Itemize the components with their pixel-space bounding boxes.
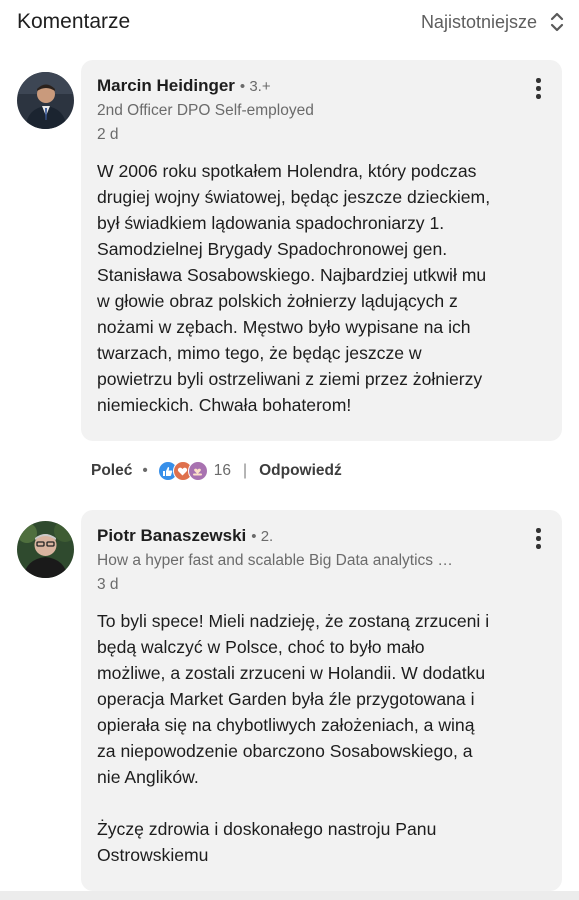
sort-chevrons-icon[interactable]: [549, 11, 565, 33]
avatar[interactable]: [17, 521, 74, 578]
reaction-count[interactable]: 16: [214, 462, 231, 480]
author-headline: How a hyper fast and scalable Big Data a…: [97, 552, 453, 569]
sort-dropdown[interactable]: Najistotniejsze: [421, 11, 565, 33]
comment-bubble: Marcin Heidinger • 3.+ 2nd Officer DPO S…: [81, 60, 562, 441]
comments-header: Komentarze Najistotniejsze: [0, 0, 579, 48]
bottom-divider: [0, 891, 579, 900]
comment-text: W 2006 roku spotkałem Holendra, który po…: [97, 161, 491, 415]
author-name[interactable]: Marcin Heidinger: [97, 76, 235, 96]
more-options-icon[interactable]: [536, 528, 542, 550]
connection-degree: • 3.+: [239, 78, 271, 95]
avatar-photo: [17, 72, 74, 129]
reactions-summary[interactable]: [157, 461, 208, 481]
connection-degree: • 2.: [251, 528, 274, 545]
comments-title: Komentarze: [17, 10, 131, 33]
comment-bubble: Piotr Banaszewski • 2. How a hyper fast …: [81, 510, 562, 891]
like-button[interactable]: Poleć: [91, 462, 132, 480]
comment-time: 3 d: [97, 576, 119, 593]
sort-label[interactable]: Najistotniejsze: [421, 12, 537, 33]
separator-dot: •: [142, 462, 148, 479]
more-options-icon[interactable]: [536, 78, 542, 100]
support-reaction-icon: [187, 461, 208, 481]
separator-pipe: |: [243, 462, 248, 479]
avatar-photo: [17, 521, 74, 578]
comment-actions: Poleć • 16 | Odpowiedź: [91, 461, 342, 481]
author-name[interactable]: Piotr Banaszewski: [97, 526, 246, 546]
author-headline: 2nd Officer DPO Self-employed: [97, 102, 314, 119]
avatar[interactable]: [17, 72, 74, 129]
comment-text: To byli spece! Mieli nadzieję, że zostan…: [97, 611, 490, 865]
reply-button[interactable]: Odpowiedź: [259, 462, 342, 480]
comment-time: 2 d: [97, 126, 119, 143]
